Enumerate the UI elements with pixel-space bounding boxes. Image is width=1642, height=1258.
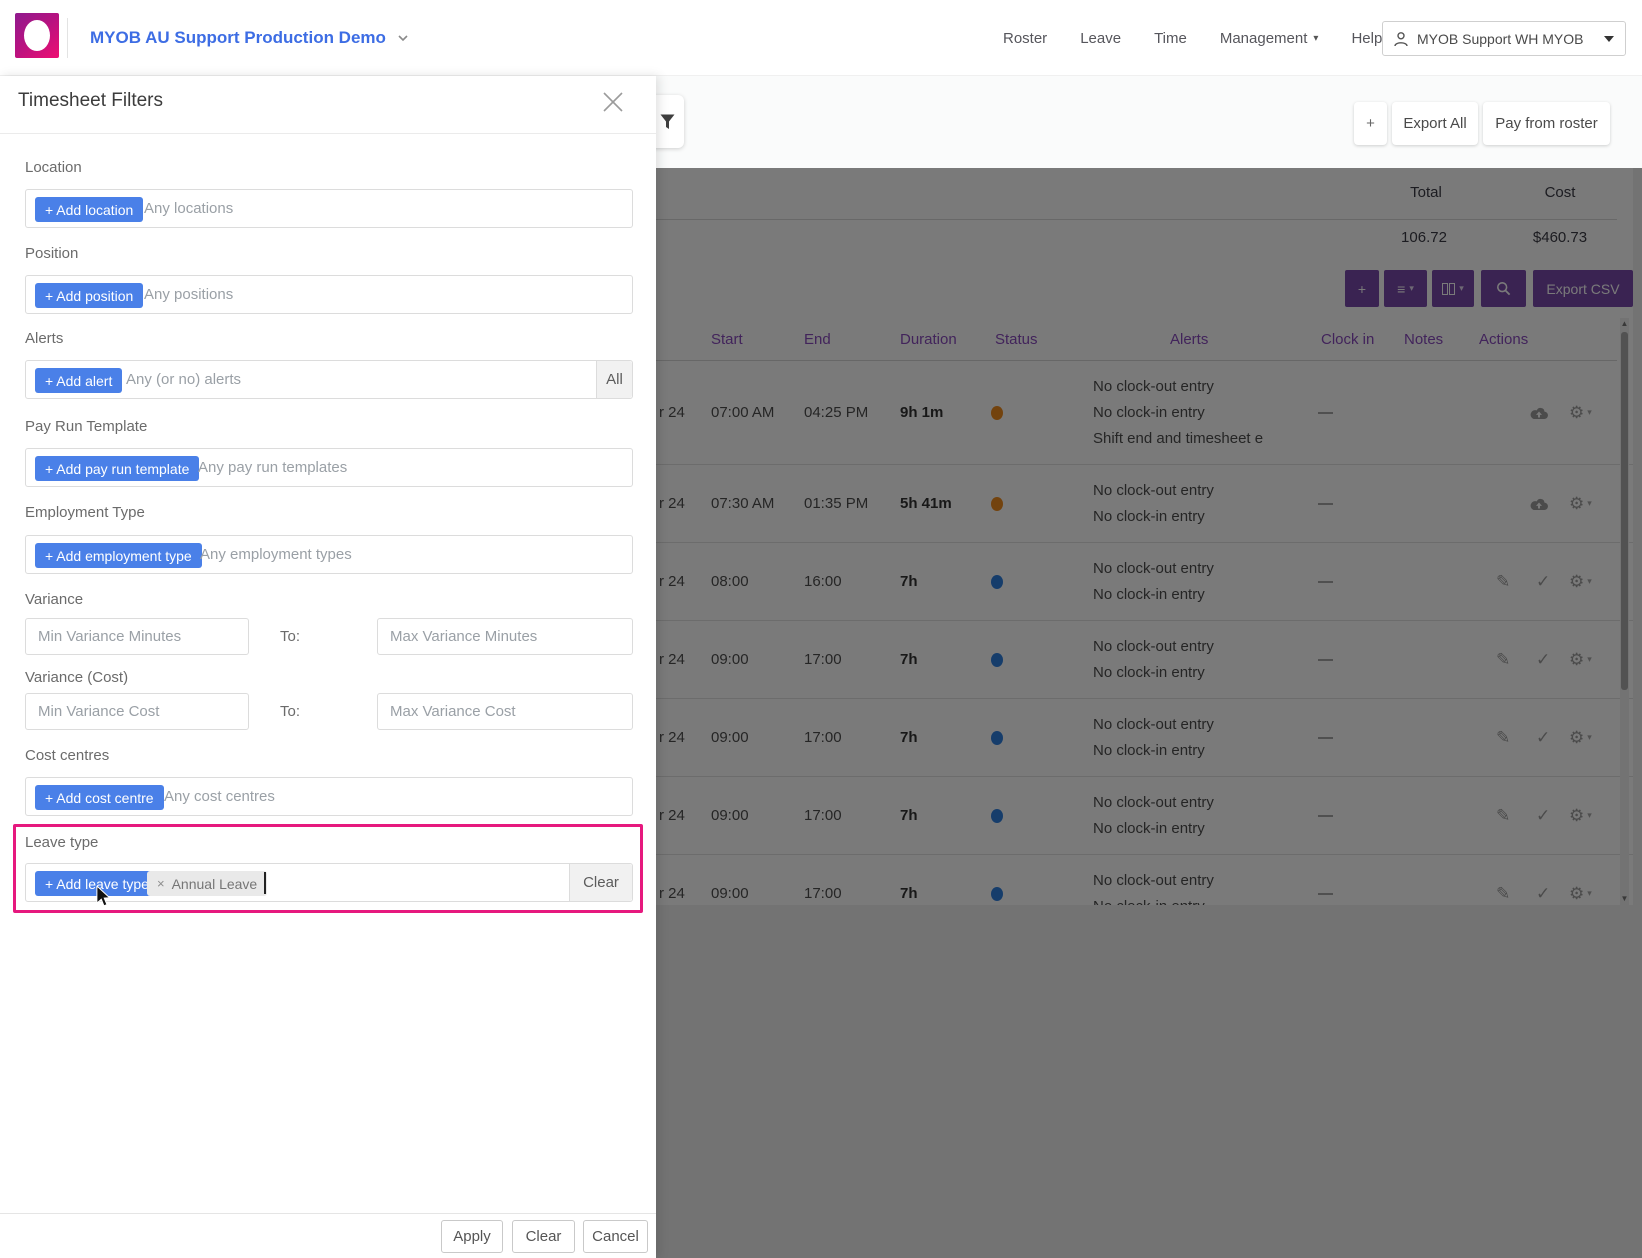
min-variance-cost-input[interactable] xyxy=(25,693,249,730)
annual-leave-chip[interactable]: × Annual Leave xyxy=(147,871,267,896)
text-cursor xyxy=(264,872,266,894)
variance-label: Variance xyxy=(25,591,83,608)
filter-funnel-icon xyxy=(660,114,675,130)
alerts-placeholder: Any (or no) alerts xyxy=(126,361,241,398)
leave-type-filter-box[interactable]: + Add leave type × Annual Leave Clear xyxy=(25,863,633,902)
position-filter-box[interactable]: + Add position Any positions xyxy=(25,275,633,314)
add-location-button[interactable]: + Add location xyxy=(35,197,143,222)
location-filter-box[interactable]: + Add location Any locations xyxy=(25,189,633,228)
min-variance-minutes-input[interactable] xyxy=(25,618,249,655)
nav-management-label: Management xyxy=(1220,30,1308,47)
nav-help[interactable]: Help xyxy=(1351,30,1382,47)
add-pay-run-template-button[interactable]: + Add pay run template xyxy=(35,456,199,481)
add-position-button[interactable]: + Add position xyxy=(35,283,143,308)
main-nav: Roster Leave Time Management ▾ Help xyxy=(1003,0,1382,76)
nav-leave[interactable]: Leave xyxy=(1080,30,1121,47)
variance-to-label: To: xyxy=(280,628,300,645)
pay-from-roster-button[interactable]: Pay from roster xyxy=(1483,102,1610,145)
cost-centres-placeholder: Any cost centres xyxy=(164,778,275,815)
myob-logo-mark xyxy=(24,20,50,51)
cost-centres-label: Cost centres xyxy=(25,747,109,764)
variance-cost-label: Variance (Cost) xyxy=(25,669,128,686)
export-all-button[interactable]: Export All xyxy=(1392,102,1478,145)
location-placeholder: Any locations xyxy=(144,190,233,227)
apply-button[interactable]: Apply xyxy=(441,1220,503,1253)
business-name: MYOB AU Support Production Demo xyxy=(90,28,386,48)
pay-run-placeholder: Any pay run templates xyxy=(198,449,347,486)
cancel-button[interactable]: Cancel xyxy=(583,1220,648,1253)
variance-cost-to-label: To: xyxy=(280,703,300,720)
app-header: MYOB AU Support Production Demo Roster L… xyxy=(0,0,1642,76)
myob-logo[interactable] xyxy=(15,13,59,58)
user-name: MYOB Support WH MYOB xyxy=(1417,31,1595,47)
leave-type-label: Leave type xyxy=(25,834,98,851)
panel-footer-divider xyxy=(0,1213,656,1214)
user-menu[interactable]: MYOB Support WH MYOB xyxy=(1382,21,1626,56)
add-button[interactable]: + xyxy=(1354,102,1387,145)
max-variance-cost-input[interactable] xyxy=(377,693,633,730)
cost-centres-filter-box[interactable]: + Add cost centre Any cost centres xyxy=(25,777,633,816)
header-divider-line xyxy=(67,18,68,58)
leave-clear-button[interactable]: Clear xyxy=(569,864,632,901)
max-variance-minutes-input[interactable] xyxy=(377,618,633,655)
alerts-label: Alerts xyxy=(25,330,63,347)
add-alert-button[interactable]: + Add alert xyxy=(35,368,122,393)
nav-roster[interactable]: Roster xyxy=(1003,30,1047,47)
nav-management[interactable]: Management ▾ xyxy=(1220,30,1319,47)
chevron-down-icon xyxy=(398,33,408,43)
pay-run-template-label: Pay Run Template xyxy=(25,418,147,435)
pay-run-filter-box[interactable]: + Add pay run template Any pay run templ… xyxy=(25,448,633,487)
location-label: Location xyxy=(25,159,82,176)
add-cost-centre-button[interactable]: + Add cost centre xyxy=(35,785,164,810)
page: Total Cost 106.72 $460.73 + ≡▾ ▾ Export … xyxy=(0,0,1642,1258)
panel-header-divider xyxy=(0,133,656,134)
employment-filter-box[interactable]: + Add employment type Any employment typ… xyxy=(25,535,633,574)
close-icon[interactable] xyxy=(601,90,625,114)
panel-title: Timesheet Filters xyxy=(18,90,163,112)
position-placeholder: Any positions xyxy=(144,276,233,313)
alerts-all-toggle[interactable]: All xyxy=(596,361,632,398)
nav-time[interactable]: Time xyxy=(1154,30,1187,47)
timesheet-filters-panel: Timesheet Filters Location + Add locatio… xyxy=(0,76,656,1258)
add-employment-type-button[interactable]: + Add employment type xyxy=(35,543,202,568)
remove-chip-icon[interactable]: × xyxy=(157,876,165,891)
alerts-filter-box[interactable]: + Add alert Any (or no) alerts All xyxy=(25,360,633,399)
employment-type-label: Employment Type xyxy=(25,504,145,521)
chevron-down-icon: ▾ xyxy=(1313,33,1318,44)
employment-placeholder: Any employment types xyxy=(200,536,352,573)
user-icon xyxy=(1393,31,1409,47)
chevron-down-icon xyxy=(1603,35,1615,43)
clear-button[interactable]: Clear xyxy=(512,1220,575,1253)
business-switcher[interactable]: MYOB AU Support Production Demo xyxy=(90,0,408,76)
chip-label: Annual Leave xyxy=(172,876,258,892)
position-label: Position xyxy=(25,245,78,262)
add-leave-type-button[interactable]: + Add leave type xyxy=(35,871,159,896)
